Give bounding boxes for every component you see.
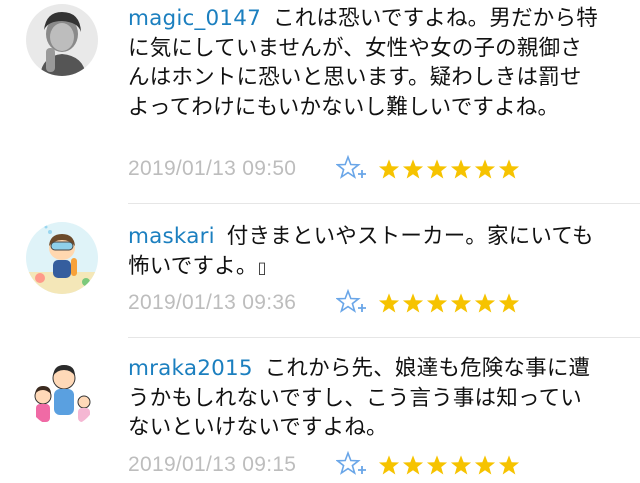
emoji-placeholder: ▯ xyxy=(257,257,267,277)
family-avatar-icon xyxy=(26,356,98,428)
add-star-button[interactable] xyxy=(336,288,370,318)
avatar[interactable] xyxy=(26,356,98,428)
comment-body: maskari 付きまといやストーカー。家にいても怖いですよ。▯ xyxy=(128,222,598,282)
star-icon xyxy=(426,159,448,179)
add-star-icon xyxy=(336,154,366,179)
divider xyxy=(128,337,640,338)
star-icon xyxy=(474,159,496,179)
star-icon xyxy=(498,159,520,179)
add-star-button[interactable] xyxy=(336,154,370,184)
diver-avatar-icon xyxy=(26,222,98,294)
avatar[interactable] xyxy=(26,222,98,294)
add-star-button[interactable] xyxy=(336,450,370,480)
star-icon xyxy=(450,455,472,475)
star-icon xyxy=(474,293,496,313)
star-rating xyxy=(378,292,520,314)
timestamp: 2019/01/13 09:50 xyxy=(128,157,297,180)
star-icon xyxy=(450,293,472,313)
comment-meta: 2019/01/13 09:15 xyxy=(128,450,520,480)
divider xyxy=(128,203,640,204)
star-icon xyxy=(498,455,520,475)
star-icon xyxy=(378,159,400,179)
star-icon xyxy=(426,455,448,475)
man-portrait-avatar-icon xyxy=(26,4,98,76)
username-link[interactable]: mraka2015 xyxy=(128,356,253,381)
star-rating xyxy=(378,454,520,476)
star-icon xyxy=(402,293,424,313)
star-icon xyxy=(426,293,448,313)
add-star-icon xyxy=(336,450,366,475)
avatar[interactable] xyxy=(26,4,98,76)
star-icon xyxy=(378,455,400,475)
username-link[interactable]: magic_0147 xyxy=(128,6,261,31)
comment-meta: 2019/01/13 09:50 xyxy=(128,154,520,184)
comment-meta: 2019/01/13 09:36 xyxy=(128,288,520,318)
timestamp: 2019/01/13 09:36 xyxy=(128,291,297,314)
star-rating xyxy=(378,158,520,180)
star-icon xyxy=(450,159,472,179)
star-icon xyxy=(378,293,400,313)
add-star-icon xyxy=(336,288,366,313)
timestamp: 2019/01/13 09:15 xyxy=(128,453,297,476)
star-icon xyxy=(402,455,424,475)
star-icon xyxy=(402,159,424,179)
star-icon xyxy=(498,293,520,313)
comment-body: mraka2015 これから先、娘達も危険な事に遭うかもしれないですし、こう言う事… xyxy=(128,354,598,443)
username-link[interactable]: maskari xyxy=(128,224,215,249)
comment-body: magic_0147 これは恐いですよね。男だから特に気にしていませんが、女性や女… xyxy=(128,4,598,122)
star-icon xyxy=(474,455,496,475)
